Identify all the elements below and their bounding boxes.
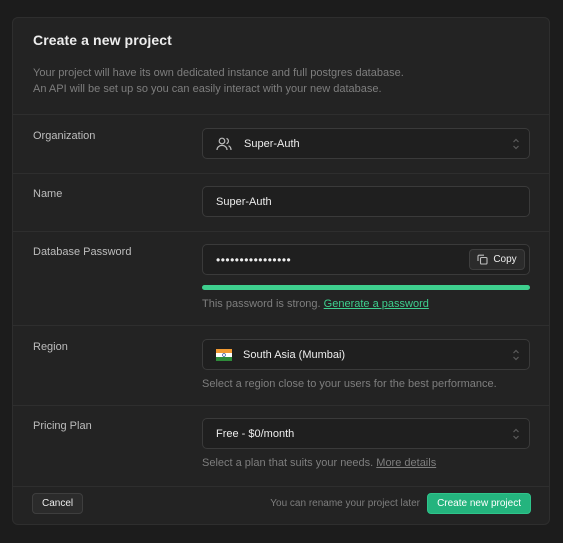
pricing-label: Pricing Plan (33, 420, 92, 432)
generate-password-link[interactable]: Generate a password (324, 298, 429, 310)
india-flag-icon (216, 348, 232, 361)
users-icon (216, 137, 232, 150)
password-strength-hint: This password is strong. Generate a pass… (202, 298, 530, 310)
chevron-up-down-icon (513, 138, 519, 150)
description-line-2: An API will be set up so you can easily … (33, 83, 382, 95)
password-input[interactable]: •••••••••••••••• Copy (202, 244, 530, 275)
description-line-1: Your project will have its own dedicated… (33, 67, 404, 79)
region-hint: Select a region close to your users for … (202, 378, 497, 390)
cancel-button[interactable]: Cancel (32, 493, 84, 514)
copy-label: Copy (493, 254, 517, 265)
pricing-hint-text: Select a plan that suits your needs. (202, 457, 374, 469)
pricing-hint: Select a plan that suits your needs. Mor… (202, 457, 530, 469)
region-row: Region South Asia (Mumbai) Select a regi… (13, 326, 549, 406)
create-project-dialog: Create a new project Your project will h… (12, 17, 550, 525)
organization-select[interactable]: Super-Auth (202, 128, 530, 159)
dialog-title: Create a new project (33, 32, 172, 48)
dialog-header: Create a new project Your project will h… (13, 18, 549, 115)
copy-button[interactable]: Copy (469, 249, 525, 270)
region-value: South Asia (Mumbai) (243, 348, 346, 361)
name-row: Name Super-Auth (13, 174, 549, 232)
region-select[interactable]: South Asia (Mumbai) (202, 339, 530, 370)
pricing-select[interactable]: Free - $0/month (202, 418, 530, 449)
project-name-input[interactable]: Super-Auth (202, 186, 530, 217)
name-label: Name (33, 188, 63, 200)
password-strength-bar (202, 285, 530, 290)
organization-label: Organization (33, 130, 96, 142)
dialog-footer: Cancel You can rename your project later… (13, 486, 549, 524)
more-details-link[interactable]: More details (376, 457, 436, 469)
password-strength-text: This password is strong. (202, 298, 321, 310)
pricing-row: Pricing Plan Free - $0/month Select a pl… (13, 406, 549, 487)
chevron-up-down-icon (513, 428, 519, 440)
copy-icon (477, 254, 488, 265)
password-row: Database Password •••••••••••••••• Copy … (13, 232, 549, 326)
region-label: Region (33, 341, 68, 353)
project-name-value: Super-Auth (216, 195, 272, 208)
password-label: Database Password (33, 246, 132, 258)
pricing-value: Free - $0/month (216, 427, 295, 440)
organization-row: Organization Super-Auth (13, 115, 549, 174)
create-project-button[interactable]: Create new project (427, 493, 531, 514)
dialog-description: Your project will have its own dedicated… (33, 65, 529, 97)
rename-note: You can rename your project later (270, 498, 420, 509)
chevron-up-down-icon (513, 349, 519, 361)
password-value: •••••••••••••••• (216, 252, 292, 267)
organization-value: Super-Auth (244, 137, 300, 150)
